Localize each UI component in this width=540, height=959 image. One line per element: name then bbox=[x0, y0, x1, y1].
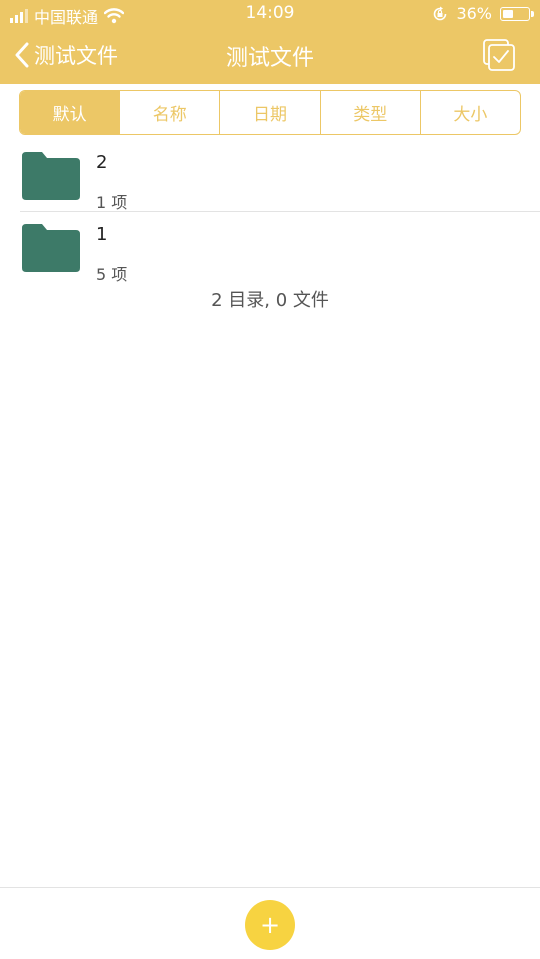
folder-icon bbox=[22, 224, 80, 272]
tab-date[interactable]: 日期 bbox=[220, 91, 321, 134]
status-bar: 中国联通 14:09 36% bbox=[0, 0, 540, 28]
tab-default[interactable]: 默认 bbox=[20, 91, 121, 134]
sort-segmented-control: 默认 名称 日期 类型 大小 bbox=[19, 90, 521, 135]
tab-size[interactable]: 大小 bbox=[421, 91, 520, 134]
folder-name: 2 bbox=[96, 152, 108, 173]
tab-type[interactable]: 类型 bbox=[321, 91, 421, 134]
directory-summary: 2 目录, 0 文件 bbox=[211, 290, 329, 311]
back-button[interactable]: 测试文件 bbox=[14, 40, 118, 70]
folder-item-count: 5 项 bbox=[96, 265, 128, 284]
list-item[interactable]: 1 5 项 bbox=[0, 212, 540, 284]
bottom-divider bbox=[0, 887, 540, 888]
folder-icon bbox=[22, 152, 80, 200]
chevron-left-icon bbox=[15, 42, 29, 68]
folder-item-count: 1 项 bbox=[96, 193, 128, 212]
add-button[interactable]: + bbox=[245, 900, 295, 950]
status-right: 36% bbox=[432, 4, 534, 23]
back-label: 测试文件 bbox=[34, 44, 118, 68]
navigation-bar: 测试文件 测试文件 bbox=[0, 28, 540, 84]
folder-list: 2 1 项 1 5 项 bbox=[0, 140, 540, 284]
battery-icon bbox=[500, 6, 534, 21]
folder-name: 1 bbox=[96, 224, 108, 245]
rotation-lock-icon bbox=[434, 6, 447, 20]
multi-select-checkbox-icon[interactable] bbox=[482, 38, 516, 72]
battery-percent: 36% bbox=[456, 4, 492, 23]
plus-icon: + bbox=[259, 911, 281, 939]
tab-name[interactable]: 名称 bbox=[120, 91, 221, 134]
list-item[interactable]: 2 1 项 bbox=[0, 140, 540, 212]
